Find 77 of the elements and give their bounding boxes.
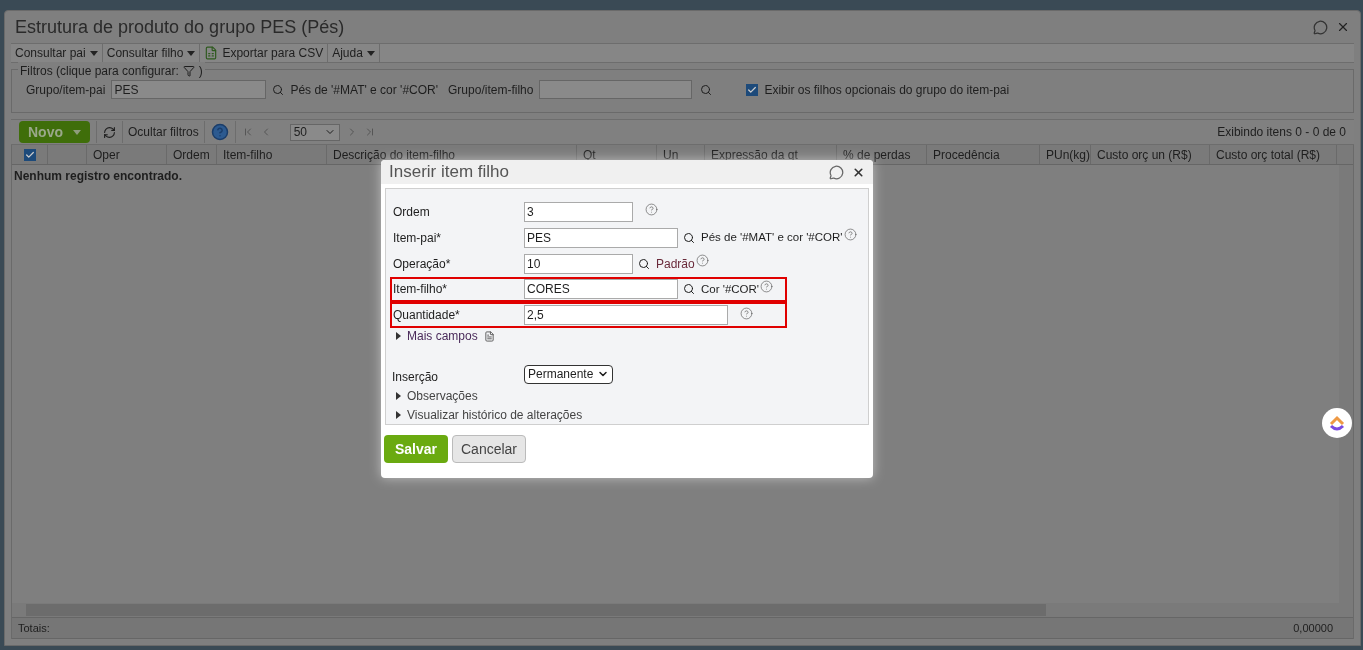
vertical-scrollbar[interactable] bbox=[1339, 165, 1353, 617]
item-description: Cor '#COR' bbox=[701, 281, 760, 297]
parent-item-field[interactable]: PES bbox=[111, 80, 267, 99]
spreadsheet-icon bbox=[204, 46, 219, 60]
search-icon[interactable] bbox=[272, 83, 285, 96]
caret-icon bbox=[187, 50, 196, 56]
item-description: Pés de '#MAT' e cor '#COR' bbox=[701, 230, 843, 246]
totals-value: 0,00000 bbox=[1293, 620, 1333, 636]
totals-label: Totais: bbox=[18, 620, 50, 636]
field-label: Operação* bbox=[392, 255, 452, 273]
more-fields-link[interactable]: Mais campos bbox=[407, 327, 478, 346]
field-label: Grupo/item-pai bbox=[26, 81, 106, 99]
field-label: Item-pai* bbox=[392, 229, 443, 247]
column-header[interactable]: Procedência bbox=[933, 145, 1000, 164]
help-icon[interactable] bbox=[695, 254, 709, 268]
field-label: Ordem bbox=[392, 203, 431, 221]
text-field[interactable]: PES bbox=[524, 227, 678, 248]
hide-filters-button[interactable]: Ocultar filtros bbox=[123, 123, 204, 141]
child-item-field[interactable] bbox=[539, 80, 693, 99]
help-icon[interactable] bbox=[843, 228, 857, 242]
caret-icon bbox=[89, 50, 98, 56]
text-field[interactable]: 2,5 bbox=[524, 305, 728, 326]
comment-icon[interactable] bbox=[1313, 19, 1328, 35]
field-label: Item-filho* bbox=[392, 281, 449, 299]
checkbox-label: Exibir os filhos opcionais do grupo do item-pai bbox=[764, 81, 1010, 99]
close-icon[interactable] bbox=[852, 165, 865, 179]
filters-legend: Filtros (clique para configurar: bbox=[20, 62, 179, 80]
empty-message: Nenhum registro encontrado. bbox=[13, 168, 184, 185]
section-toggle[interactable]: Visualizar histórico de alterações bbox=[407, 405, 583, 424]
caret-icon bbox=[73, 129, 81, 135]
cancel-button[interactable]: Cancelar bbox=[452, 435, 526, 463]
save-button[interactable]: Salvar bbox=[384, 435, 448, 463]
column-header[interactable]: Oper bbox=[93, 145, 120, 164]
description-link[interactable]: Padrão bbox=[656, 254, 695, 273]
select-all-checkbox[interactable] bbox=[23, 148, 36, 161]
help-icon[interactable] bbox=[645, 203, 658, 217]
help-icon[interactable] bbox=[210, 123, 229, 141]
help-icon[interactable] bbox=[760, 279, 774, 293]
help-icon[interactable] bbox=[740, 306, 753, 320]
dialog-title: Inserir item filho bbox=[389, 161, 509, 184]
expand-arrow-icon bbox=[396, 410, 401, 419]
optional-checkbox[interactable] bbox=[746, 83, 759, 96]
column-header[interactable]: Un bbox=[663, 145, 679, 164]
column-header[interactable]: % de perdas bbox=[843, 145, 911, 164]
text-field[interactable]: CORES bbox=[524, 279, 678, 300]
parent-description: Pés de '#MAT' e cor '#COR' bbox=[290, 81, 439, 99]
comment-icon[interactable] bbox=[829, 164, 844, 180]
field-label: Inserção bbox=[392, 369, 440, 387]
page-size-select[interactable]: 50 bbox=[289, 123, 340, 141]
column-header[interactable]: Custo orç un (R$) bbox=[1097, 145, 1192, 164]
items-range: Exibindo itens 0 - 0 de 0 bbox=[1217, 124, 1346, 141]
field-label: Grupo/item-filho bbox=[448, 81, 534, 99]
search-icon[interactable] bbox=[683, 231, 695, 244]
refresh-icon[interactable] bbox=[103, 125, 116, 139]
filters-legend-end: ) bbox=[198, 63, 203, 80]
section-toggle[interactable]: Observações bbox=[407, 386, 478, 405]
search-icon[interactable] bbox=[700, 83, 713, 96]
document-icon bbox=[483, 330, 495, 342]
search-icon[interactable] bbox=[638, 257, 650, 270]
menu-button[interactable]: Ajuda bbox=[328, 44, 380, 62]
field-label: Quantidade* bbox=[392, 307, 461, 325]
search-icon[interactable] bbox=[683, 283, 695, 296]
window-title: Estrutura de produto do grupo PES (Pés) bbox=[15, 15, 345, 39]
new-button[interactable]: Novo bbox=[19, 121, 90, 143]
expand-arrow-icon bbox=[396, 391, 401, 400]
text-field[interactable]: 10 bbox=[524, 253, 633, 274]
column-header[interactable]: Item-filho bbox=[223, 145, 273, 164]
caret-icon bbox=[366, 50, 375, 56]
expand-arrow-icon bbox=[396, 332, 401, 341]
horizontal-scrollbar[interactable] bbox=[26, 604, 1046, 616]
text-field[interactable]: 3 bbox=[524, 201, 633, 222]
filter-icon[interactable] bbox=[182, 65, 195, 77]
insertion-select[interactable]: Permanente bbox=[524, 364, 614, 384]
menu-button[interactable]: Exportar para CSV bbox=[200, 44, 329, 62]
column-header[interactable]: Ordem bbox=[173, 145, 210, 164]
column-header[interactable]: PUn(kg) bbox=[1046, 145, 1090, 164]
column-header[interactable]: Custo orç total (R$) bbox=[1216, 145, 1321, 164]
